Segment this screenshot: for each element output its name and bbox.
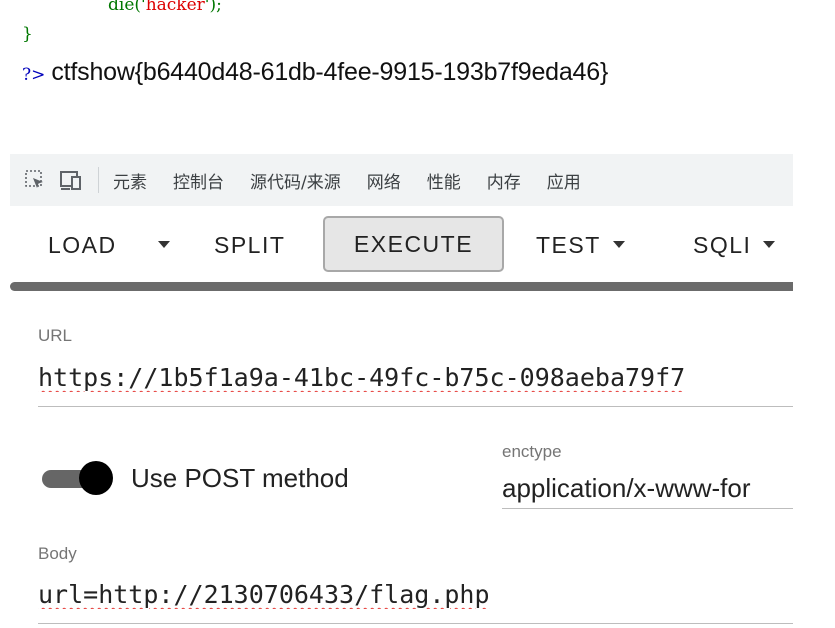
- url-input-underline: [38, 406, 793, 407]
- toolbar-divider: [98, 167, 99, 193]
- chevron-down-icon: [763, 240, 776, 248]
- test-menu-label: TEST: [536, 231, 601, 258]
- page-output: ?> ctfshow{b6440d48-61db-4fee-9915-193b7…: [22, 58, 608, 87]
- code-function: die: [108, 0, 135, 15]
- execute-button[interactable]: EXECUTE: [323, 216, 504, 272]
- sqli-menu-label: SQLI: [693, 231, 752, 258]
- tab-memory[interactable]: 内存: [487, 168, 521, 193]
- sqli-menu-button[interactable]: SQLI: [693, 220, 776, 270]
- body-label: Body: [38, 544, 77, 563]
- enctype-label: enctype: [502, 442, 562, 461]
- hackbar-toolbar: LOAD SPLIT EXECUTE TEST SQLI: [10, 206, 793, 282]
- code-punct-open: (': [134, 0, 146, 15]
- split-button[interactable]: SPLIT: [214, 220, 285, 270]
- body-input-underline: [38, 623, 793, 624]
- flag-output-text: ctfshow{b6440d48-61db-4fee-9915-193b7f9e…: [51, 58, 609, 86]
- php-close-tag: ?>: [22, 65, 46, 85]
- test-menu-button[interactable]: TEST: [536, 220, 625, 270]
- php-source-view: die('hacker'); } ?> ctfshow{b6440d48-61d…: [0, 0, 835, 120]
- toggle-thumb: [79, 461, 113, 495]
- inspect-element-icon[interactable]: [22, 167, 48, 193]
- body-input[interactable]: url=http://2130706433/flag.php: [38, 580, 793, 609]
- code-closing-brace: }: [22, 24, 33, 44]
- tab-performance[interactable]: 性能: [427, 168, 461, 193]
- enctype-underline: [502, 508, 793, 509]
- toolbar-divider-bar: [10, 282, 793, 291]
- load-dropdown-button[interactable]: [158, 220, 170, 270]
- post-method-toggle[interactable]: [42, 461, 113, 497]
- tab-application[interactable]: 应用: [547, 168, 581, 193]
- code-punct-close: ');: [204, 0, 222, 15]
- code-line-die: die('hacker');: [108, 0, 222, 15]
- devtools-tab-strip: 元素 控制台 源代码/来源 网络 性能 内存 应用: [10, 154, 793, 206]
- post-method-label: Use POST method: [131, 463, 349, 493]
- code-string: hacker: [145, 0, 205, 15]
- tab-elements[interactable]: 元素: [113, 168, 147, 193]
- chevron-down-icon: [612, 240, 625, 248]
- device-toolbar-icon[interactable]: [58, 167, 84, 193]
- chevron-down-icon: [158, 240, 170, 248]
- enctype-select[interactable]: application/x-www-for: [502, 473, 793, 504]
- url-label: URL: [38, 326, 73, 345]
- tab-network[interactable]: 网络: [367, 168, 401, 193]
- tab-console[interactable]: 控制台: [173, 168, 224, 193]
- load-button[interactable]: LOAD: [48, 220, 117, 270]
- tab-sources[interactable]: 源代码/来源: [250, 168, 341, 193]
- url-input[interactable]: https://1b5f1a9a-41bc-49fc-b75c-098aeba7…: [38, 363, 793, 392]
